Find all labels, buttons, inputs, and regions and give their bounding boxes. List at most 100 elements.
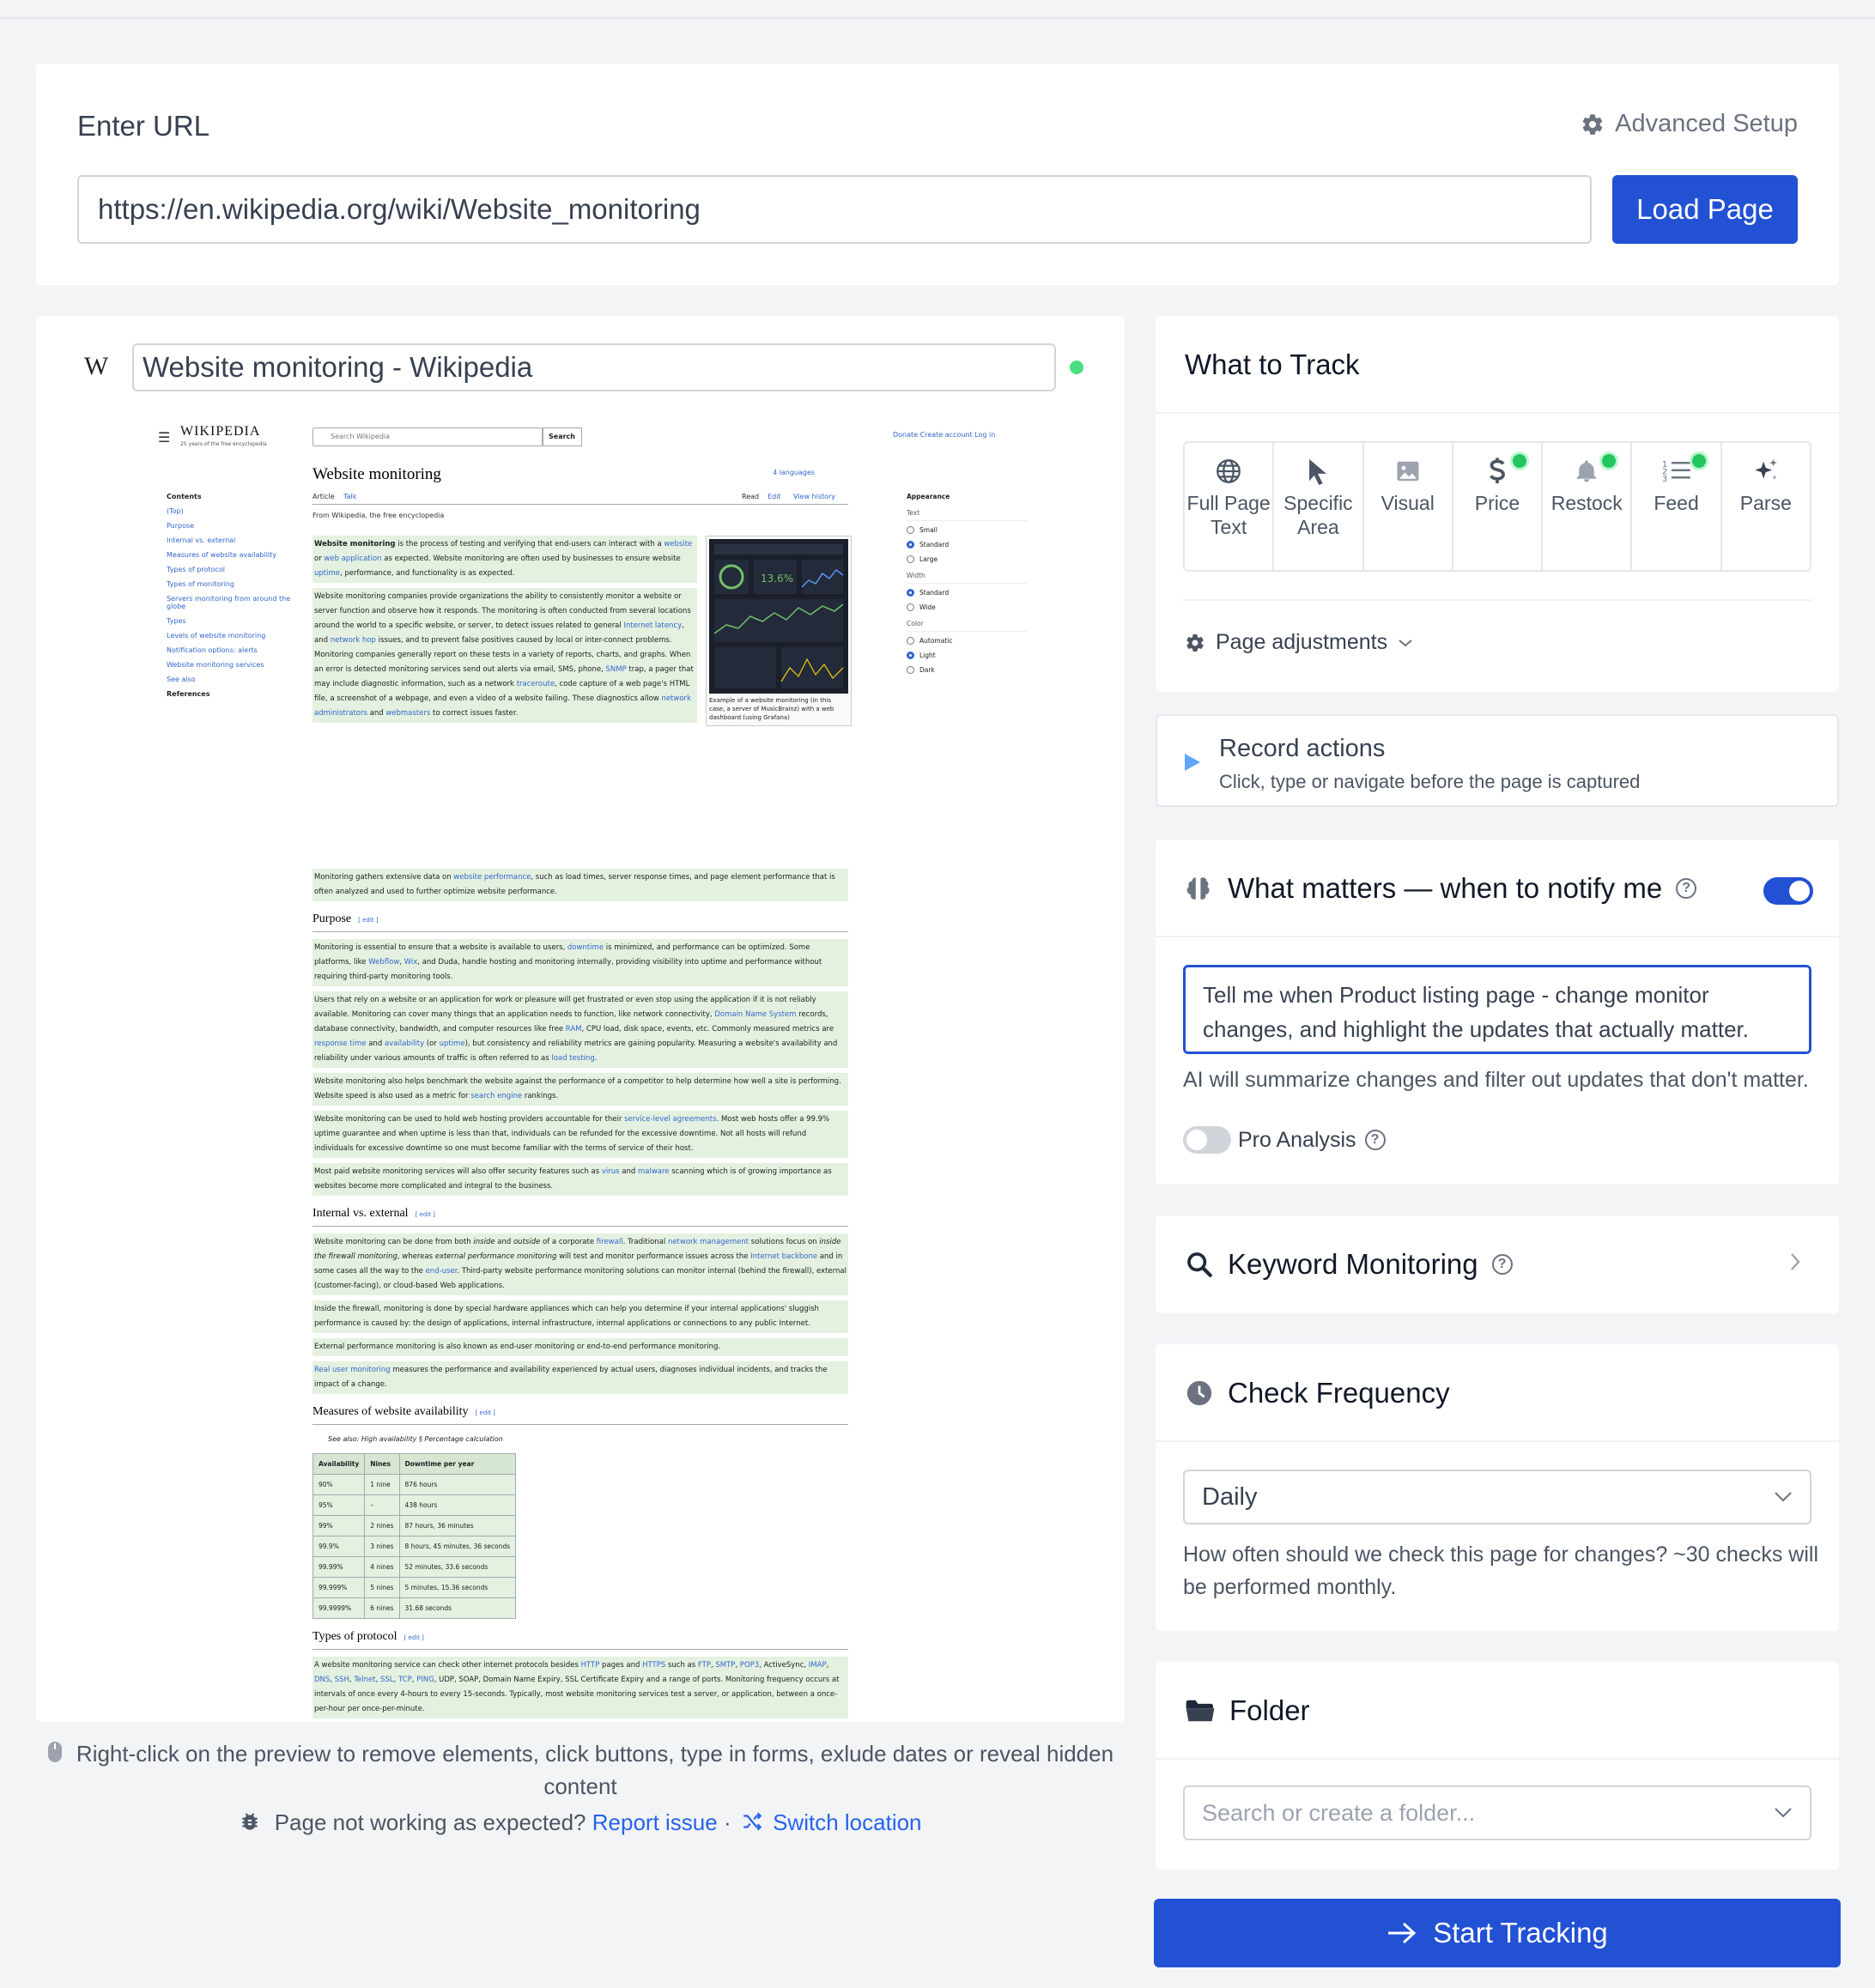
wikipedia-favicon-icon: W [84, 352, 109, 380]
option-price[interactable]: Price [1453, 443, 1544, 570]
contents-item: Levels of website monitoring [167, 632, 266, 639]
table-row: 99.999% 5 nines 5 minutes, 15.36 seconds [312, 1577, 517, 1598]
wiki-paragraph: A website monitoring service can check o… [312, 1657, 848, 1718]
page-title-input[interactable] [132, 343, 1056, 391]
help-icon[interactable]: ? [1364, 1130, 1386, 1150]
appearance-text-label: Text [907, 509, 1027, 521]
top-border [0, 0, 1875, 19]
option-full-page-text[interactable]: Full Page Text [1185, 443, 1275, 570]
wiki-see-also: See also: High availability § Percentage… [328, 1435, 503, 1443]
option-label: Specific Area [1283, 492, 1353, 538]
dollar-icon [1487, 455, 1508, 488]
matters-toggle[interactable] [1763, 877, 1813, 905]
active-indicator [1510, 452, 1530, 470]
svg-text:13.6%: 13.6% [761, 573, 793, 585]
matters-title: What matters — when to notify me [1228, 872, 1663, 904]
mouse-icon [47, 1741, 63, 1763]
preview-card: W ☰ WIKIPEDIA 25 years of the free encyc… [36, 316, 1125, 1722]
separator: · [723, 1809, 731, 1835]
wiki-languages: 4 languages [773, 469, 816, 476]
wiki-logo-subtitle: 25 years of the free encyclopedia [180, 441, 267, 447]
report-issue-link[interactable]: Report issue [592, 1809, 718, 1835]
bell-icon [1574, 455, 1599, 488]
page-adjustments-toggle[interactable]: Page adjustments [1185, 630, 1413, 655]
frequency-value: Daily [1202, 1482, 1258, 1511]
wiki-logo: WIKIPEDIA [180, 424, 261, 439]
active-indicator [1599, 452, 1619, 470]
option-feed[interactable]: 123 Feed [1632, 443, 1722, 570]
folder-header: Folder [1185, 1694, 1310, 1727]
globe-icon [1214, 455, 1243, 488]
wiki-intro: Website monitoring is the process of tes… [312, 536, 697, 728]
table-row: 99% 2 nines 87 hours, 36 minutes [312, 1515, 517, 1536]
help-icon[interactable]: ? [1491, 1254, 1513, 1275]
brain-icon [1185, 874, 1214, 903]
folder-select[interactable]: Search or create a folder... [1183, 1785, 1811, 1840]
table-row: 99.9999% 6 nines 31.68 seconds [312, 1597, 517, 1619]
record-subtitle: Click, type or navigate before the page … [1219, 771, 1641, 792]
matters-prompt-input[interactable]: Tell me when Product listing page - chan… [1183, 965, 1811, 1054]
option-label: Feed [1654, 492, 1699, 514]
advanced-setup-link[interactable]: Advanced Setup [1581, 110, 1798, 138]
table-row: 90% 1 nine 876 hours [312, 1474, 517, 1495]
contents-item: Measures of website availability [167, 551, 277, 559]
wiki-heading: Website monitoring [312, 465, 441, 483]
play-icon [1183, 752, 1202, 773]
what-to-track-card: What to Track Full Page Text Specific Ar… [1156, 316, 1839, 692]
page-preview[interactable]: ☰ WIKIPEDIA 25 years of the free encyclo… [129, 415, 1034, 1720]
frequency-select[interactable]: Daily [1183, 1470, 1811, 1524]
option-parse[interactable]: Parse [1722, 443, 1810, 570]
wiki-figure: 13.6% Example of a website monitoring (i… [706, 536, 852, 726]
wiki-tabs: Article Talk Read Edit View history [312, 491, 848, 505]
menu-icon: ☰ [158, 429, 171, 445]
matters-note: AI will summarize changes and filter out… [1183, 1068, 1809, 1092]
track-options: Full Page Text Specific Area Visual Pric… [1183, 441, 1811, 572]
help-icon[interactable]: ? [1676, 878, 1697, 899]
table-row: 99.99% 4 nines 52 minutes, 33.6 seconds [312, 1556, 517, 1578]
image-icon [1395, 455, 1421, 488]
url-input[interactable] [77, 175, 1592, 244]
frequency-header: Check Frequency [1185, 1377, 1450, 1409]
wiki-paragraph: Website monitoring is the process of tes… [312, 536, 697, 583]
preview-hint: Right-click on the preview to remove ele… [36, 1737, 1125, 1803]
appearance-width-label: Width [907, 572, 1027, 584]
appearance-option: Automatic [919, 637, 953, 645]
wiki-paragraph: Website monitoring can be done from both… [312, 1233, 848, 1295]
radio-icon [907, 589, 914, 597]
contents-item: Internal vs. external [167, 536, 236, 544]
radio-icon [907, 526, 914, 534]
pro-analysis-toggle[interactable] [1183, 1126, 1231, 1154]
wiki-section-heading: Internal vs. external[ edit ] [312, 1206, 848, 1227]
wiki-paragraph: Monitoring gathers extensive data on web… [312, 869, 848, 901]
hint-text: Right-click on the preview to remove ele… [76, 1741, 1114, 1799]
frequency-title: Check Frequency [1228, 1377, 1450, 1409]
keyword-monitoring-card[interactable]: Keyword Monitoring ? [1156, 1215, 1839, 1313]
radio-icon [907, 603, 914, 611]
cursor-icon [1305, 455, 1331, 488]
start-tracking-button[interactable]: Start Tracking [1154, 1899, 1841, 1967]
option-specific-area[interactable]: Specific Area [1274, 443, 1364, 570]
keyword-header: Keyword Monitoring ? [1185, 1248, 1513, 1281]
table-header-row: Availability Nines Downtime per year [312, 1453, 517, 1475]
appearance-title: Appearance [907, 493, 950, 500]
wiki-paragraph: Website monitoring can be used to hold w… [312, 1111, 848, 1158]
option-restock[interactable]: Restock [1543, 443, 1633, 570]
option-visual[interactable]: Visual [1364, 443, 1453, 570]
option-label: Visual [1380, 492, 1435, 514]
what-matters-card: What matters — when to notify me ? Tell … [1156, 839, 1839, 1185]
check-frequency-card: Check Frequency Daily How often should w… [1156, 1344, 1839, 1631]
table-row: 95% –438 hours [312, 1494, 517, 1516]
list-icon: 123 [1662, 455, 1691, 488]
gear-icon [1581, 112, 1605, 136]
divider [1183, 599, 1811, 601]
load-page-button[interactable]: Load Page [1612, 175, 1798, 244]
table-header: Availability [312, 1453, 366, 1475]
radio-icon [907, 637, 914, 645]
radio-icon [907, 541, 914, 549]
wiki-paragraph: Most paid website monitoring services wi… [312, 1163, 848, 1196]
switch-location-link[interactable]: Switch location [773, 1809, 921, 1835]
shuffle-icon [741, 1810, 763, 1833]
record-actions-card[interactable]: Record actions Click, type or navigate b… [1156, 714, 1839, 807]
page-adjustments-label: Page adjustments [1216, 630, 1388, 654]
wiki-paragraph: Users that rely on a website or an appli… [312, 991, 848, 1068]
